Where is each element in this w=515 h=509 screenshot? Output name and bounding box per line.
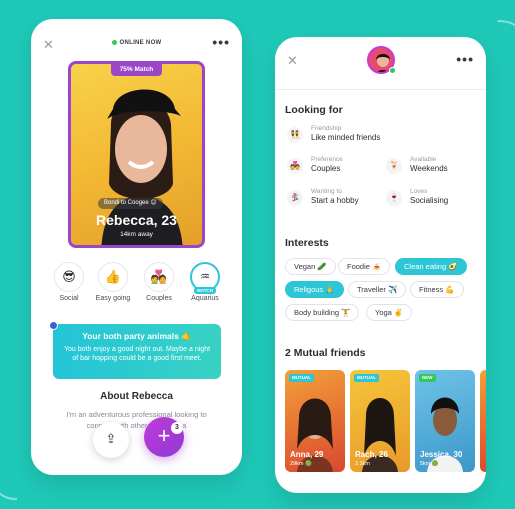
traits-row: 😎 Social 👍 Easy going 💑 Couples ♒ MATCH … [49, 262, 229, 312]
friend-distance: 2.3km [355, 461, 370, 467]
share-icon: ⇪ [105, 431, 117, 446]
looking-for-friendship: 👯 Friendship Like minded friends [287, 125, 427, 147]
top-bar: ✕ ONLINE NOW ••• [31, 19, 242, 59]
divider [275, 89, 486, 90]
about-title: About Rebecca [100, 391, 173, 402]
profile-name: Rebecca, 23 [96, 212, 177, 228]
looking-for-label: Available [410, 156, 437, 163]
online-dot-icon [389, 67, 396, 74]
cocktail-icon: 🍹 [386, 158, 402, 174]
looking-for-value: Start a hobby [311, 196, 359, 205]
friend-card-partial[interactable] [480, 370, 486, 472]
friend-card-rach[interactable]: MUTUAL Rach, 26 2.3km [350, 370, 410, 472]
interest-chip-clean-eating[interactable]: Clean eating 🥑 [395, 258, 467, 275]
friend-name: Jessica, 30 [420, 450, 463, 459]
compatibility-card: Your both party animals 🤙 You both enjoy… [53, 324, 221, 379]
interest-chip-fitness[interactable]: Fitness 💪 [410, 281, 464, 298]
trait-label: Social [59, 295, 79, 302]
friend-card-anna[interactable]: MUTUAL Anna, 29 29km 🟢 [285, 370, 345, 472]
location-tag: Bondi to Coogee 😊 [98, 198, 163, 209]
interest-chip-foodie[interactable]: Foodie 🍝 [338, 258, 391, 275]
plus-icon: + [157, 423, 171, 448]
online-status-label: ONLINE NOW [119, 40, 162, 47]
online-dot-icon [111, 40, 117, 45]
wine-icon: 🍷 [386, 190, 402, 206]
more-options-icon[interactable]: ••• [212, 34, 230, 50]
snowboard-icon: 🏂 [287, 190, 303, 206]
looking-for-preference: 💑 Preference Couples [287, 156, 387, 178]
looking-for-loves: 🍷 Loves Socialising [386, 188, 486, 210]
profile-photo-card[interactable]: 75% Match Bondi to Coogee 😊 Rebecca, 23 … [68, 61, 205, 248]
compatibility-text: You both enjoy a good night out. Maybe a… [63, 346, 211, 362]
more-options-icon[interactable]: ••• [456, 51, 474, 67]
new-badge: NEW [419, 374, 436, 382]
interest-chip-body-building[interactable]: Body building 🏋 [285, 304, 360, 321]
compatibility-title: Your both party animals 🤙 [82, 331, 192, 341]
trait-label: Couples [146, 295, 172, 302]
looking-for-value: Couples [311, 164, 341, 173]
looking-for-value: Socialising [410, 196, 449, 205]
trait-label: Aquarius [191, 295, 219, 302]
interest-chip-traveller[interactable]: Traveller ✈️ [348, 281, 407, 298]
looking-for-value: Like minded friends [311, 133, 381, 142]
trait-social[interactable]: 😎 Social [49, 262, 89, 302]
looking-for-value: Weekends [410, 164, 448, 173]
match-percentage-badge: 75% Match [111, 64, 162, 76]
friend-distance: 29km 🟢 [290, 461, 312, 467]
mutual-badge: MUTUAL [289, 374, 314, 382]
looking-for-title: Looking for [285, 104, 343, 116]
interest-chip-yoga[interactable]: Yoga ✌️ [366, 304, 413, 321]
trait-icon: 👍 [98, 262, 128, 292]
profile-distance: 14km away [120, 231, 153, 238]
user-avatar [49, 321, 58, 330]
looking-for-wanting: 🏂 Wanting to Start a hobby [287, 188, 387, 210]
friendship-icon: 👯 [287, 127, 303, 143]
trait-easy-going[interactable]: 👍 Easy going [93, 262, 133, 302]
share-button[interactable]: ⇪ [93, 422, 129, 458]
trait-icon: 💑 [144, 262, 174, 292]
trait-label: Easy going [95, 295, 131, 302]
mutual-badge: MUTUAL [354, 374, 379, 382]
couple-icon: 💑 [287, 158, 303, 174]
interest-chip-vegan[interactable]: Vegan 🥒 [285, 258, 336, 275]
looking-for-label: Friendship [311, 125, 342, 132]
looking-for-label: Preference [311, 156, 343, 163]
friend-card-jessica[interactable]: NEW Jessica, 30 5km 🟢 [415, 370, 475, 472]
details-phone-screen: ✕ ••• Looking for 👯 Friendship Like mind… [275, 37, 486, 493]
looking-for-available: 🍹 Available Weekends [386, 156, 486, 178]
interest-chip-religous[interactable]: Religous 🙏 [285, 281, 344, 298]
about-text: I'm an adventurous professional looking … [66, 410, 207, 430]
interests-title: Interests [285, 237, 329, 249]
trait-couples[interactable]: 💑 Couples [139, 262, 179, 302]
profile-phone-screen: ✕ ONLINE NOW ••• 75% Match Bondi to Coog… [31, 19, 242, 475]
looking-for-label: Wanting to [311, 188, 342, 195]
trait-icon: 😎 [54, 262, 84, 292]
trait-aquarius[interactable]: ♒ MATCH Aquarius [185, 262, 225, 302]
close-icon[interactable]: ✕ [287, 54, 298, 67]
friend-name: Rach, 26 [355, 450, 388, 459]
friend-distance: 5km 🟢 [420, 461, 439, 467]
online-status: ONLINE NOW [31, 40, 242, 46]
mutual-friends-title: 2 Mutual friends [285, 347, 366, 359]
match-mini-badge: MATCH [194, 287, 216, 294]
looking-for-label: Loves [410, 188, 428, 195]
add-count-badge: 3 [171, 422, 183, 434]
friend-name: Anna, 29 [290, 450, 324, 459]
